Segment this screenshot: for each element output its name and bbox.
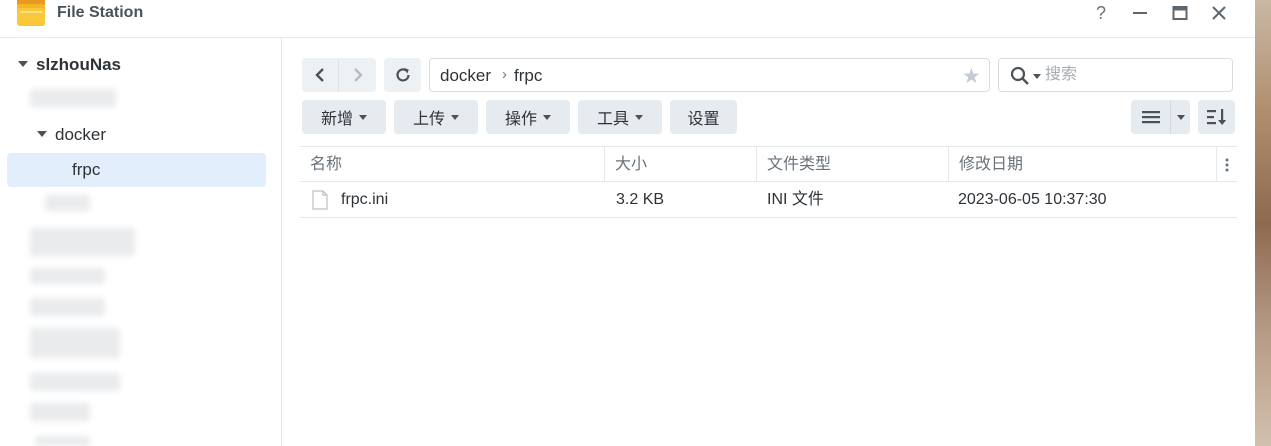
sort-icon: [1206, 109, 1226, 125]
redacted-folder: [30, 373, 120, 391]
close-button[interactable]: [1208, 2, 1230, 24]
button-label: 上传: [412, 111, 445, 128]
refresh-button[interactable]: [384, 58, 421, 92]
minimize-button[interactable]: [1129, 2, 1151, 24]
chevron-right-icon: [353, 68, 363, 82]
redacted-folder: [30, 403, 90, 421]
list-view-icon: [1141, 111, 1160, 124]
column-header-type[interactable]: 文件类型: [757, 147, 949, 182]
list-view-button[interactable]: [1131, 100, 1171, 134]
file-station-window: File Station ? slzhouNas docker frpc doc…: [0, 0, 1255, 446]
column-header-size[interactable]: 大小: [605, 147, 757, 182]
redacted-folder: [35, 436, 90, 446]
file-name: frpc.ini: [341, 191, 389, 208]
search-options-caret-icon[interactable]: [1033, 74, 1041, 79]
chevron-down-icon: [359, 114, 367, 120]
chevron-left-icon: [315, 68, 324, 82]
refresh-icon: [395, 68, 410, 82]
file-list-header: 名称 大小 文件类型 修改日期: [300, 146, 1237, 182]
file-modified-date: 2023-06-05 10:37:30: [958, 191, 1107, 208]
close-icon: [1212, 6, 1226, 20]
file-station-app-icon: [17, 0, 45, 26]
tree-item-root[interactable]: slzhouNas: [18, 55, 121, 75]
button-label: 新增: [320, 111, 353, 128]
minimize-icon: [1133, 12, 1147, 14]
button-label: 操作: [504, 111, 537, 128]
column-header-modified[interactable]: 修改日期: [949, 147, 1217, 182]
folder-tree-sidebar: slzhouNas docker frpc: [0, 38, 282, 446]
maximize-button[interactable]: [1169, 2, 1191, 24]
tools-button[interactable]: 工具: [578, 100, 662, 134]
chevron-down-icon: [1176, 114, 1185, 120]
settings-button[interactable]: 设置: [670, 100, 737, 134]
desktop-background: [1255, 0, 1271, 446]
tree-item-label: frpc: [72, 160, 101, 179]
back-button[interactable]: [302, 58, 339, 92]
table-row[interactable]: frpc.ini 3.2 KB INI 文件 2023-06-05 10:37:…: [300, 182, 1237, 218]
chevron-down-icon: [635, 114, 643, 120]
view-options-dropdown[interactable]: [1171, 100, 1190, 134]
search-input[interactable]: [1045, 63, 1225, 87]
column-header-name[interactable]: 名称: [300, 147, 605, 182]
title-bar: File Station ?: [0, 0, 1255, 38]
maximize-icon: [1172, 6, 1188, 20]
redacted-folder: [45, 195, 90, 211]
button-label: 设置: [687, 111, 720, 128]
file-size: 3.2 KB: [616, 191, 665, 208]
search-box: [998, 58, 1233, 92]
action-button[interactable]: 操作: [486, 100, 570, 134]
create-button[interactable]: 新增: [302, 100, 386, 134]
sort-button[interactable]: [1198, 100, 1235, 134]
file-type: INI 文件: [767, 191, 824, 208]
help-button[interactable]: ?: [1090, 2, 1112, 24]
more-vertical-icon: [1225, 158, 1229, 171]
tree-item-docker[interactable]: docker: [37, 125, 106, 145]
chevron-down-icon: [18, 60, 28, 67]
history-nav: [302, 58, 376, 92]
chevron-down-icon: [37, 130, 47, 137]
redacted-folder: [30, 328, 120, 358]
upload-button[interactable]: 上传: [394, 100, 478, 134]
favorite-star-icon[interactable]: ★: [962, 64, 981, 89]
tree-root-label: slzhouNas: [36, 55, 122, 74]
breadcrumb-separator: ›: [502, 66, 507, 83]
redacted-folder: [30, 228, 135, 256]
tree-item-label: docker: [55, 125, 107, 144]
breadcrumb-item[interactable]: docker: [440, 66, 491, 86]
redacted-folder: [30, 89, 116, 107]
chevron-down-icon: [451, 114, 459, 120]
search-icon[interactable]: [1010, 66, 1030, 86]
redacted-folder: [30, 298, 105, 316]
button-label: 工具: [596, 111, 629, 128]
view-mode-group: [1131, 100, 1190, 134]
redacted-folder: [30, 268, 105, 284]
breadcrumb-item[interactable]: frpc: [514, 66, 542, 86]
window-title: File Station: [57, 4, 144, 21]
chevron-down-icon: [543, 114, 551, 120]
tree-item-frpc[interactable]: frpc: [7, 153, 266, 187]
file-icon: [312, 190, 328, 210]
path-bar[interactable]: docker › frpc ★: [429, 58, 990, 92]
forward-button[interactable]: [339, 58, 376, 92]
column-options-button[interactable]: [1217, 147, 1237, 182]
